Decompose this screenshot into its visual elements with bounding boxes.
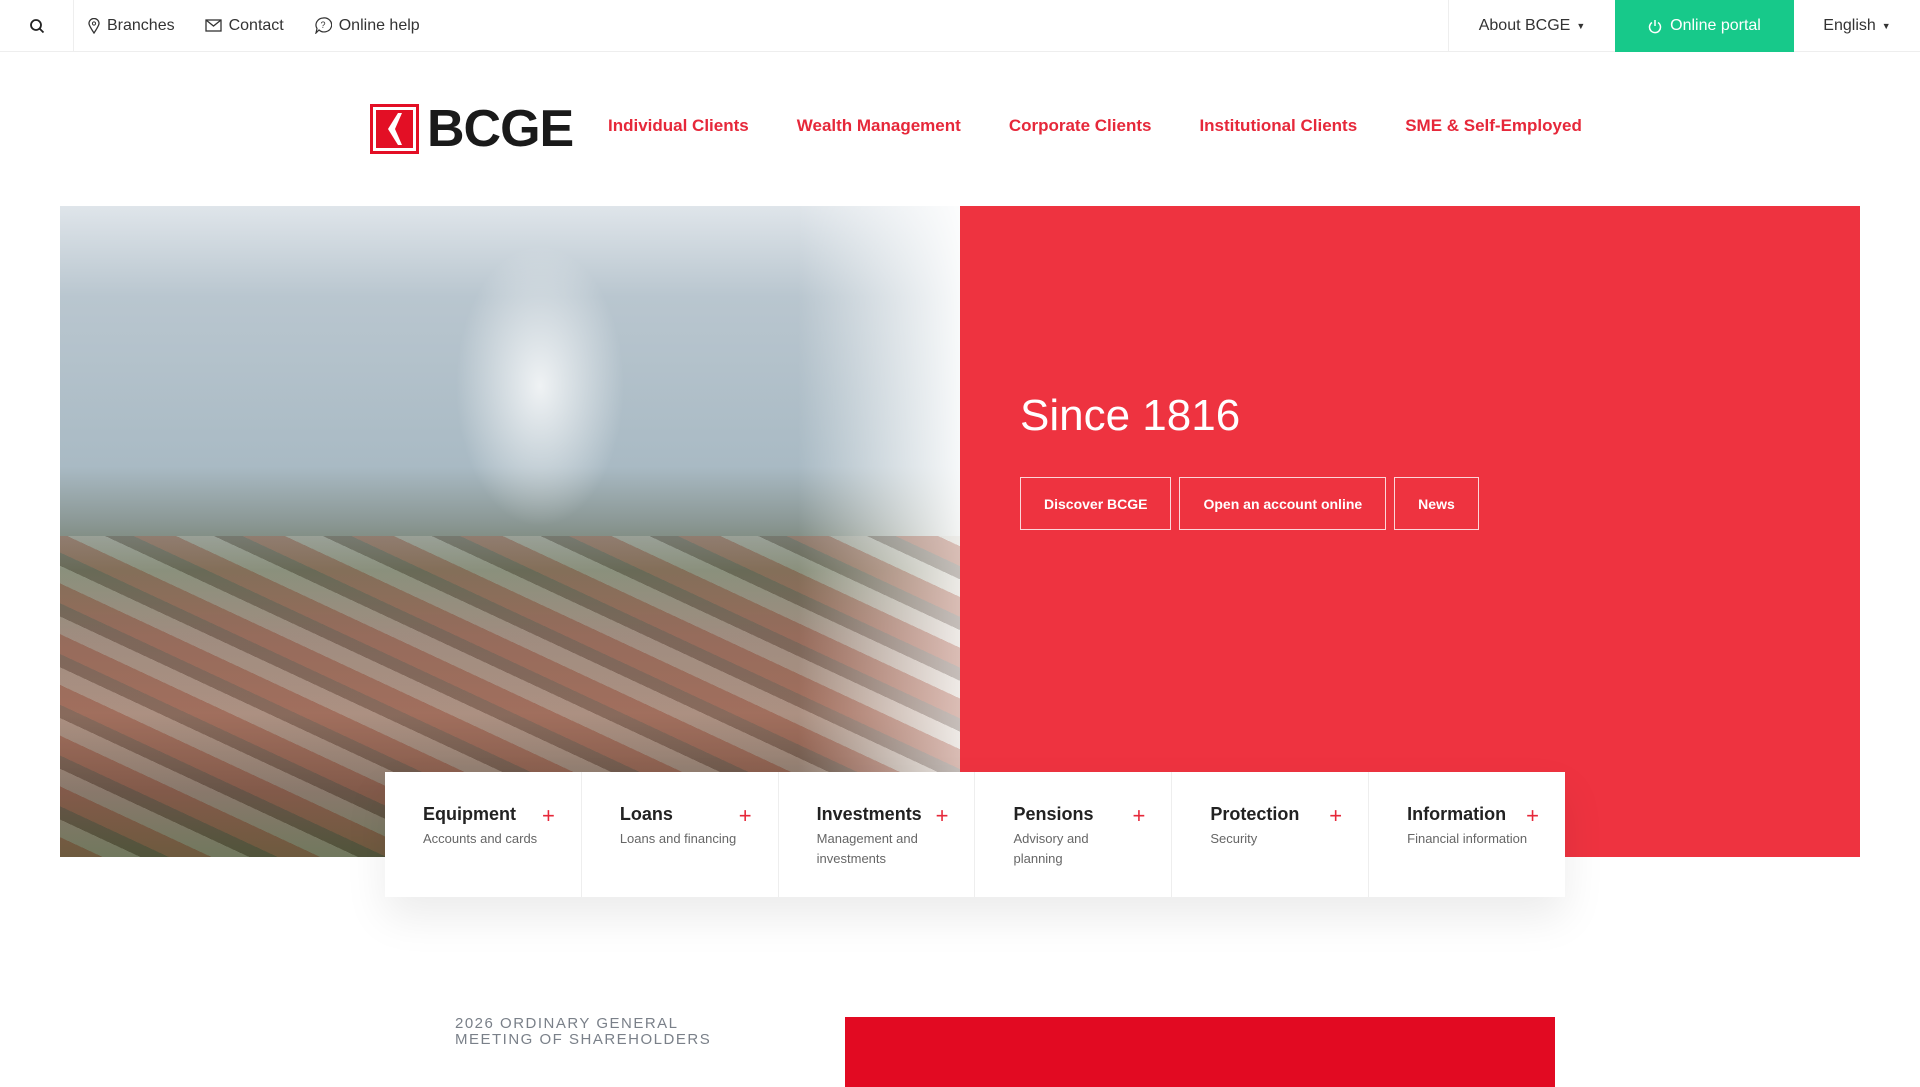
nav-corporate-clients[interactable]: Corporate Clients <box>1009 116 1152 136</box>
nav-sme-self-employed[interactable]: SME & Self-Employed <box>1405 116 1582 136</box>
card-subtitle: Financial information <box>1407 831 1528 846</box>
card-title: Investments <box>816 804 922 824</box>
hero-panel: Since 1816 Discover BCGE Open an account… <box>960 206 1860 857</box>
search-button[interactable] <box>0 0 74 52</box>
hero-image-geneva <box>60 206 960 857</box>
card-subtitle: Loans and financing <box>619 831 737 846</box>
contact-label: Contact <box>228 16 284 34</box>
nav-wealth-management[interactable]: Wealth Management <box>797 116 961 136</box>
bcge-logo[interactable]: BCGE <box>370 100 574 158</box>
plus-icon[interactable]: + <box>1329 805 1342 827</box>
card-information[interactable]: Information Financial information + <box>1369 772 1565 897</box>
card-protection[interactable]: Protection Security + <box>1172 772 1370 897</box>
power-icon <box>1648 19 1662 33</box>
branches-label: Branches <box>107 16 175 34</box>
card-subtitle: Management and investments <box>816 831 918 866</box>
logo-text: BCGE <box>427 100 574 158</box>
online-help-label: Online help <box>338 16 420 34</box>
nav-individual-clients[interactable]: Individual Clients <box>608 116 749 136</box>
card-investments[interactable]: Investments Management and investments + <box>779 772 976 897</box>
news-button[interactable]: News <box>1394 477 1479 530</box>
card-pensions[interactable]: Pensions Advisory and planning + <box>975 772 1173 897</box>
main-nav: Individual Clients Wealth Management Cor… <box>608 116 1582 136</box>
card-title: Information <box>1407 804 1507 824</box>
hero-title: Since 1816 <box>1020 391 1241 440</box>
about-dropdown[interactable]: About BCGE ▼ <box>1448 0 1615 52</box>
language-label: English <box>1823 17 1876 34</box>
discover-bcge-button[interactable]: Discover BCGE <box>1020 477 1172 530</box>
agm-heading: 2026 ORDINARY GENERAL MEETING OF SHAREHO… <box>455 1015 712 1048</box>
card-title: Loans <box>619 804 673 824</box>
top-bar: Branches Contact ? Online help About BCG… <box>0 0 1920 52</box>
card-title: Pensions <box>1013 804 1094 824</box>
plus-icon[interactable]: + <box>936 805 949 827</box>
plus-icon[interactable]: + <box>1132 805 1145 827</box>
branches-link[interactable]: Branches <box>88 17 175 35</box>
open-account-button[interactable]: Open an account online <box>1179 477 1387 530</box>
card-title: Protection <box>1210 804 1300 824</box>
card-subtitle: Advisory and planning <box>1013 831 1089 866</box>
contact-link[interactable]: Contact <box>204 16 284 35</box>
search-icon <box>29 18 44 33</box>
card-subtitle: Security <box>1210 831 1258 846</box>
plus-icon[interactable]: + <box>542 805 555 827</box>
card-loans[interactable]: Loans Loans and financing + <box>582 772 779 897</box>
caret-down-icon: ▼ <box>1576 21 1586 31</box>
location-pin-icon <box>88 17 100 34</box>
online-help-link[interactable]: ? Online help <box>314 17 420 35</box>
plus-icon[interactable]: + <box>739 805 752 827</box>
caret-down-icon: ▼ <box>1881 21 1891 31</box>
svg-text:?: ? <box>320 20 325 30</box>
about-label: About BCGE <box>1478 17 1571 34</box>
online-portal-button[interactable]: Online portal <box>1615 0 1794 52</box>
plus-icon[interactable]: + <box>1526 805 1539 827</box>
help-bubble-icon: ? <box>314 17 332 34</box>
logo-mark-icon <box>370 104 419 154</box>
language-dropdown[interactable]: English ▼ <box>1794 0 1920 52</box>
card-equipment[interactable]: Equipment Accounts and cards + <box>385 772 582 897</box>
online-portal-label: Online portal <box>1670 17 1761 34</box>
nav-institutional-clients[interactable]: Institutional Clients <box>1199 116 1357 136</box>
card-subtitle: Accounts and cards <box>423 831 538 846</box>
card-title: Equipment <box>423 804 516 824</box>
envelope-icon <box>204 19 222 32</box>
service-cards: Equipment Accounts and cards + Loans Loans … <box>385 772 1565 897</box>
agm-banner[interactable] <box>845 1017 1555 1087</box>
